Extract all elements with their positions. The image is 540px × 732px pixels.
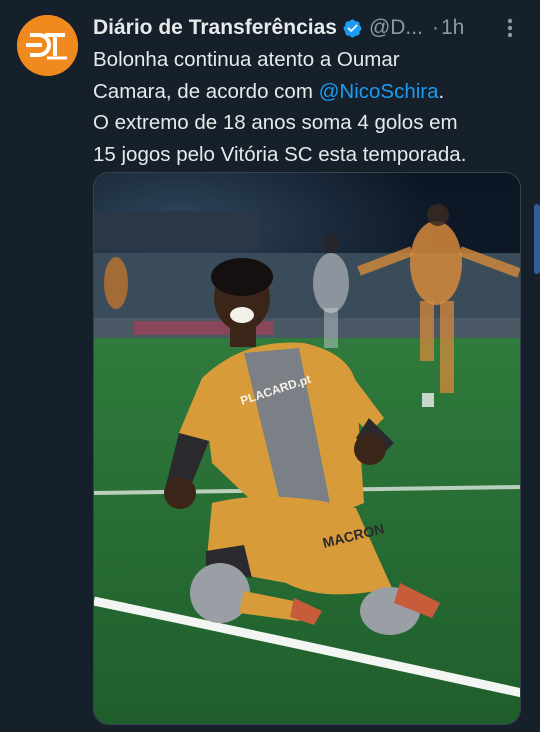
tweet-photo[interactable]: PLACARD.pt MACRON (93, 172, 521, 725)
more-options-icon[interactable] (500, 16, 520, 40)
tweet-header: Diário de Transferências @D... · 1h (93, 14, 540, 42)
scrollbar-thumb[interactable] (534, 204, 540, 274)
tweet-text: Bolonha continua atento a Oumar Camara, … (93, 44, 523, 170)
tweet-text-line: Camara, de acordo com @NicoSchira. (93, 79, 445, 103)
display-name[interactable]: Diário de Transferências (93, 14, 337, 42)
avatar-logo-icon (17, 15, 78, 76)
tweet-text-line: Bolonha continua atento a Oumar (93, 48, 400, 71)
football-celebration-photo: PLACARD.pt MACRON (94, 173, 520, 724)
tweet-card[interactable]: Diário de Transferências @D... · 1h Bolo… (0, 0, 540, 732)
separator-dot: · (431, 16, 439, 39)
verified-badge-icon (343, 19, 362, 37)
mention-link[interactable]: @NicoSchira (319, 80, 439, 103)
tweet-text-line: O extremo de 18 anos soma 4 golos em (93, 111, 458, 134)
tweet-timestamp[interactable]: 1h (441, 14, 464, 42)
avatar[interactable] (17, 15, 78, 76)
tweet-text-line: 15 jogos pelo Vitória SC esta temporada. (93, 142, 467, 166)
author-handle[interactable]: @D... (369, 14, 423, 42)
